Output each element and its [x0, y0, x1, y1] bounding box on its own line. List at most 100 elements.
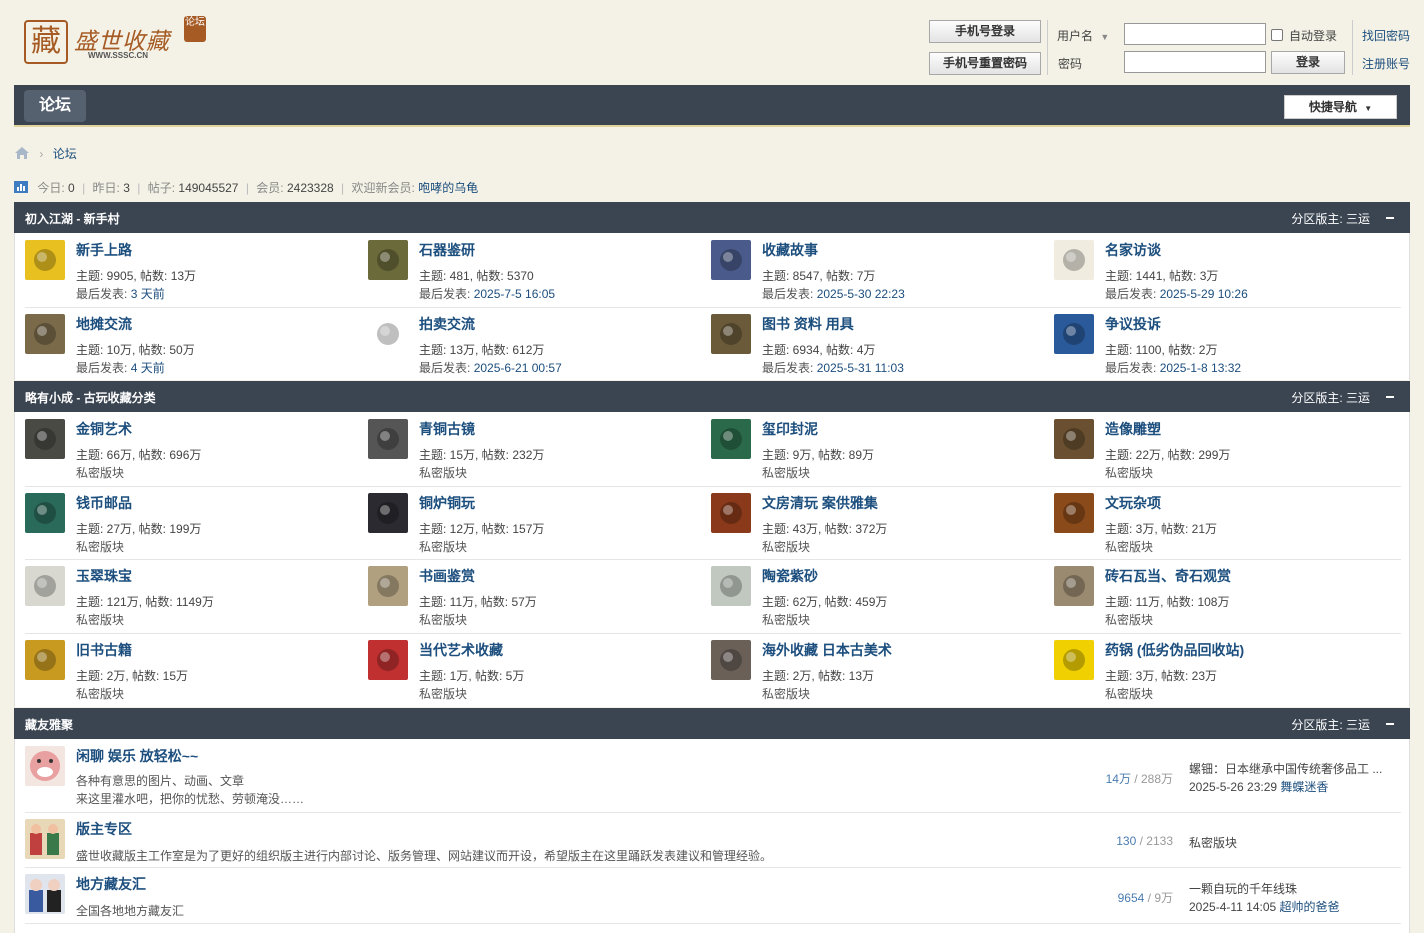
forum-name[interactable]: 收藏故事 [762, 240, 818, 260]
forum-name[interactable]: 拍卖交流 [419, 314, 475, 334]
forum-name[interactable]: 陶瓷紫砂 [762, 566, 818, 586]
forum-row[interactable]: 版主专区 盛世收藏版主工作室是为了更好的组织版主进行内部讨论、版务管理、网站建议… [25, 819, 1401, 869]
forum-cell[interactable]: 地摊交流 主题: 10万, 帖数: 50万 最后发表: 4 天前 [25, 314, 365, 386]
forum-name[interactable]: 文房清玩 案供雅集 [762, 493, 878, 513]
forum-cell[interactable]: 海外收藏 日本古美术 主题: 2万, 帖数: 13万 私密版块 [711, 639, 1051, 712]
last-post-link[interactable]: 2025-1-8 13:32 [1160, 361, 1241, 375]
last-post-link[interactable]: 2025-5-29 10:26 [1160, 287, 1248, 301]
incense-burner-icon[interactable] [368, 492, 408, 533]
beads-icon[interactable] [1054, 492, 1094, 533]
forum-name[interactable]: 版主专区 [76, 819, 132, 839]
phone-login-button[interactable]: 手机号登录 [929, 20, 1041, 43]
quick-nav-button[interactable]: 快捷导航 ▼ [1284, 95, 1397, 119]
forum-name[interactable]: 金铜艺术 [76, 419, 132, 439]
username-input[interactable] [1124, 23, 1266, 45]
jade-seal-icon[interactable] [711, 419, 751, 459]
forum-cell[interactable]: 玺印封泥 主题: 9万, 帖数: 89万 私密版块 [711, 419, 1051, 491]
forum-cell[interactable]: 砖石瓦当、奇石观赏 主题: 11万, 帖数: 108万 私密版块 [1054, 566, 1394, 638]
forum-name[interactable]: 造像雕塑 [1105, 419, 1161, 439]
forum-cell[interactable]: 新手上路 主题: 9905, 帖数: 13万 最后发表: 3 天前 [25, 240, 365, 312]
forum-name[interactable]: 药锅 (低劣伪品回收站) [1105, 640, 1244, 660]
last-post-title[interactable]: 一颗自玩的千年线珠 [1189, 880, 1389, 897]
two-figures-icon[interactable] [25, 819, 65, 859]
last-post-link[interactable]: 2025-5-31 11:03 [817, 361, 904, 375]
forum-cell[interactable]: 铜炉铜玩 主题: 12万, 帖数: 157万 私密版块 [368, 492, 708, 565]
section-moderator[interactable]: 分区版主: 三运 [1291, 389, 1370, 406]
login-button[interactable]: 登录 [1271, 51, 1345, 74]
last-post-link[interactable]: 2025-7-5 16:05 [474, 287, 555, 301]
stone-artifact-icon[interactable] [368, 240, 408, 280]
section-title[interactable]: 初入江湖 - 新手村 [25, 210, 120, 227]
gourd-icon[interactable] [711, 492, 751, 533]
home-icon[interactable] [14, 146, 30, 163]
books-photo-icon[interactable] [711, 314, 751, 354]
forum-name[interactable]: 新手上路 [76, 240, 132, 260]
last-post-link[interactable]: 2025-5-30 22:23 [817, 287, 905, 301]
last-post-user[interactable]: 超帅的爸爸 [1280, 900, 1340, 914]
forum-name[interactable]: 海外收藏 日本古美术 [762, 640, 892, 660]
clock-icon[interactable] [711, 639, 751, 680]
forum-cell[interactable]: 钱币邮品 主题: 27万, 帖数: 199万 私密版块 [25, 492, 365, 565]
section-title[interactable]: 略有小成 - 古玩收藏分类 [25, 389, 156, 406]
username-label[interactable]: 用户名 ▼ [1057, 27, 1109, 44]
forum-name[interactable]: 玉翠珠宝 [76, 566, 132, 586]
section-moderator[interactable]: 分区版主: 三运 [1291, 716, 1370, 733]
forum-name[interactable]: 青铜古镜 [419, 419, 475, 439]
pavilion-icon[interactable] [1054, 240, 1094, 280]
forum-name[interactable]: 砖石瓦当、奇石观赏 [1105, 566, 1231, 586]
forum-cell[interactable]: 名家访谈 主题: 1441, 帖数: 3万 最后发表: 2025-5-29 10:2… [1054, 240, 1394, 312]
ceramic-bowl-icon[interactable] [711, 566, 751, 606]
forum-name[interactable]: 当代艺术收藏 [419, 640, 503, 660]
forum-cell[interactable]: 图书 资料 用具 主题: 6934, 帖数: 4万 最后发表: 2025-5-31 … [711, 314, 1051, 386]
collapse-icon[interactable] [1386, 396, 1394, 398]
tile-end-icon[interactable] [1054, 566, 1094, 606]
last-post-title[interactable]: 螺钿：日本继承中国传统奢侈品工 ... [1189, 760, 1389, 777]
password-input[interactable] [1124, 51, 1266, 73]
buddha-statue-icon[interactable] [1054, 419, 1094, 459]
section-moderator[interactable]: 分区版主: 三运 [1291, 210, 1370, 227]
forum-cell[interactable]: 当代艺术收藏 主题: 1万, 帖数: 5万 私密版块 [368, 639, 708, 712]
forum-cell[interactable]: 收藏故事 主题: 8547, 帖数: 7万 最后发表: 2025-5-30 22:2… [711, 240, 1051, 312]
forum-cell[interactable]: 青铜古镜 主题: 15万, 帖数: 232万 私密版块 [368, 419, 708, 491]
section-title[interactable]: 藏友雅聚 [25, 716, 73, 733]
forgot-password-link[interactable]: 找回密码 [1362, 27, 1410, 44]
coin-icon[interactable] [25, 492, 65, 533]
forum-cell[interactable]: 拍卖交流 主题: 13万, 帖数: 612万 最后发表: 2025-6-21 00:… [368, 314, 708, 386]
forum-cell[interactable]: 文房清玩 案供雅集 主题: 43万, 帖数: 372万 私密版块 [711, 492, 1051, 565]
forum-name[interactable]: 石器鉴研 [419, 240, 475, 260]
forum-row[interactable]: 地方藏友汇 全国各地地方藏友汇 9654 / 9万 一颗自玩的千年线珠 2025… [25, 874, 1401, 924]
forum-name[interactable]: 铜炉铜玩 [419, 493, 475, 513]
forum-cell[interactable]: 争议投诉 主题: 1100, 帖数: 2万 最后发表: 2025-1-8 13:32 [1054, 314, 1394, 386]
red-sun-icon[interactable] [1054, 314, 1094, 354]
register-link[interactable]: 注册账号 [1362, 55, 1410, 72]
collapse-icon[interactable] [1386, 217, 1394, 219]
auction-seal-icon[interactable] [368, 314, 408, 354]
last-post-link[interactable]: 3 天前 [131, 287, 165, 301]
forum-name[interactable]: 玺印封泥 [762, 419, 818, 439]
forum-name[interactable]: 地摊交流 [76, 314, 132, 334]
last-post-link[interactable]: 2025-6-21 00:57 [474, 361, 562, 375]
site-logo[interactable]: 藏 盛世收藏 WWW.SSSC.CN 论坛 [24, 16, 214, 68]
opera-figures-icon[interactable] [25, 874, 65, 914]
last-post-user[interactable]: 舞蝶迷香 [1280, 780, 1328, 794]
phone-reset-password-button[interactable]: 手机号重置密码 [929, 52, 1041, 75]
caution-sign-icon[interactable] [25, 240, 65, 280]
forum-cell[interactable]: 玉翠珠宝 主题: 121万, 帖数: 1149万 私密版块 [25, 566, 365, 638]
forum-name[interactable]: 闲聊 娱乐 放轻松~~ [76, 746, 198, 766]
forum-name[interactable]: 图书 资料 用具 [762, 314, 854, 334]
forum-cell[interactable]: 文玩杂项 主题: 3万, 帖数: 21万 私密版块 [1054, 492, 1394, 565]
forum-name[interactable]: 旧书古籍 [76, 640, 132, 660]
old-book-icon[interactable] [25, 639, 65, 680]
bronze-mirror-icon[interactable] [368, 419, 408, 459]
forum-cell[interactable]: 石器鉴研 主题: 481, 帖数: 5370 最后发表: 2025-7-5 16:0… [368, 240, 708, 312]
forum-cell[interactable]: 造像雕塑 主题: 22万, 帖数: 299万 私密版块 [1054, 419, 1394, 491]
warning-skull-icon[interactable] [1054, 639, 1094, 680]
forum-name[interactable]: 地方藏友汇 [76, 874, 146, 894]
jade-carving-icon[interactable] [25, 566, 65, 606]
forum-name[interactable]: 钱币邮品 [76, 493, 132, 513]
forum-cell[interactable]: 金铜艺术 主题: 66万, 帖数: 696万 私密版块 [25, 419, 365, 491]
stage-photo-icon[interactable] [711, 240, 751, 280]
portrait-icon[interactable] [368, 639, 408, 680]
painting-icon[interactable] [368, 566, 408, 606]
last-post-link[interactable]: 4 天前 [131, 361, 165, 375]
